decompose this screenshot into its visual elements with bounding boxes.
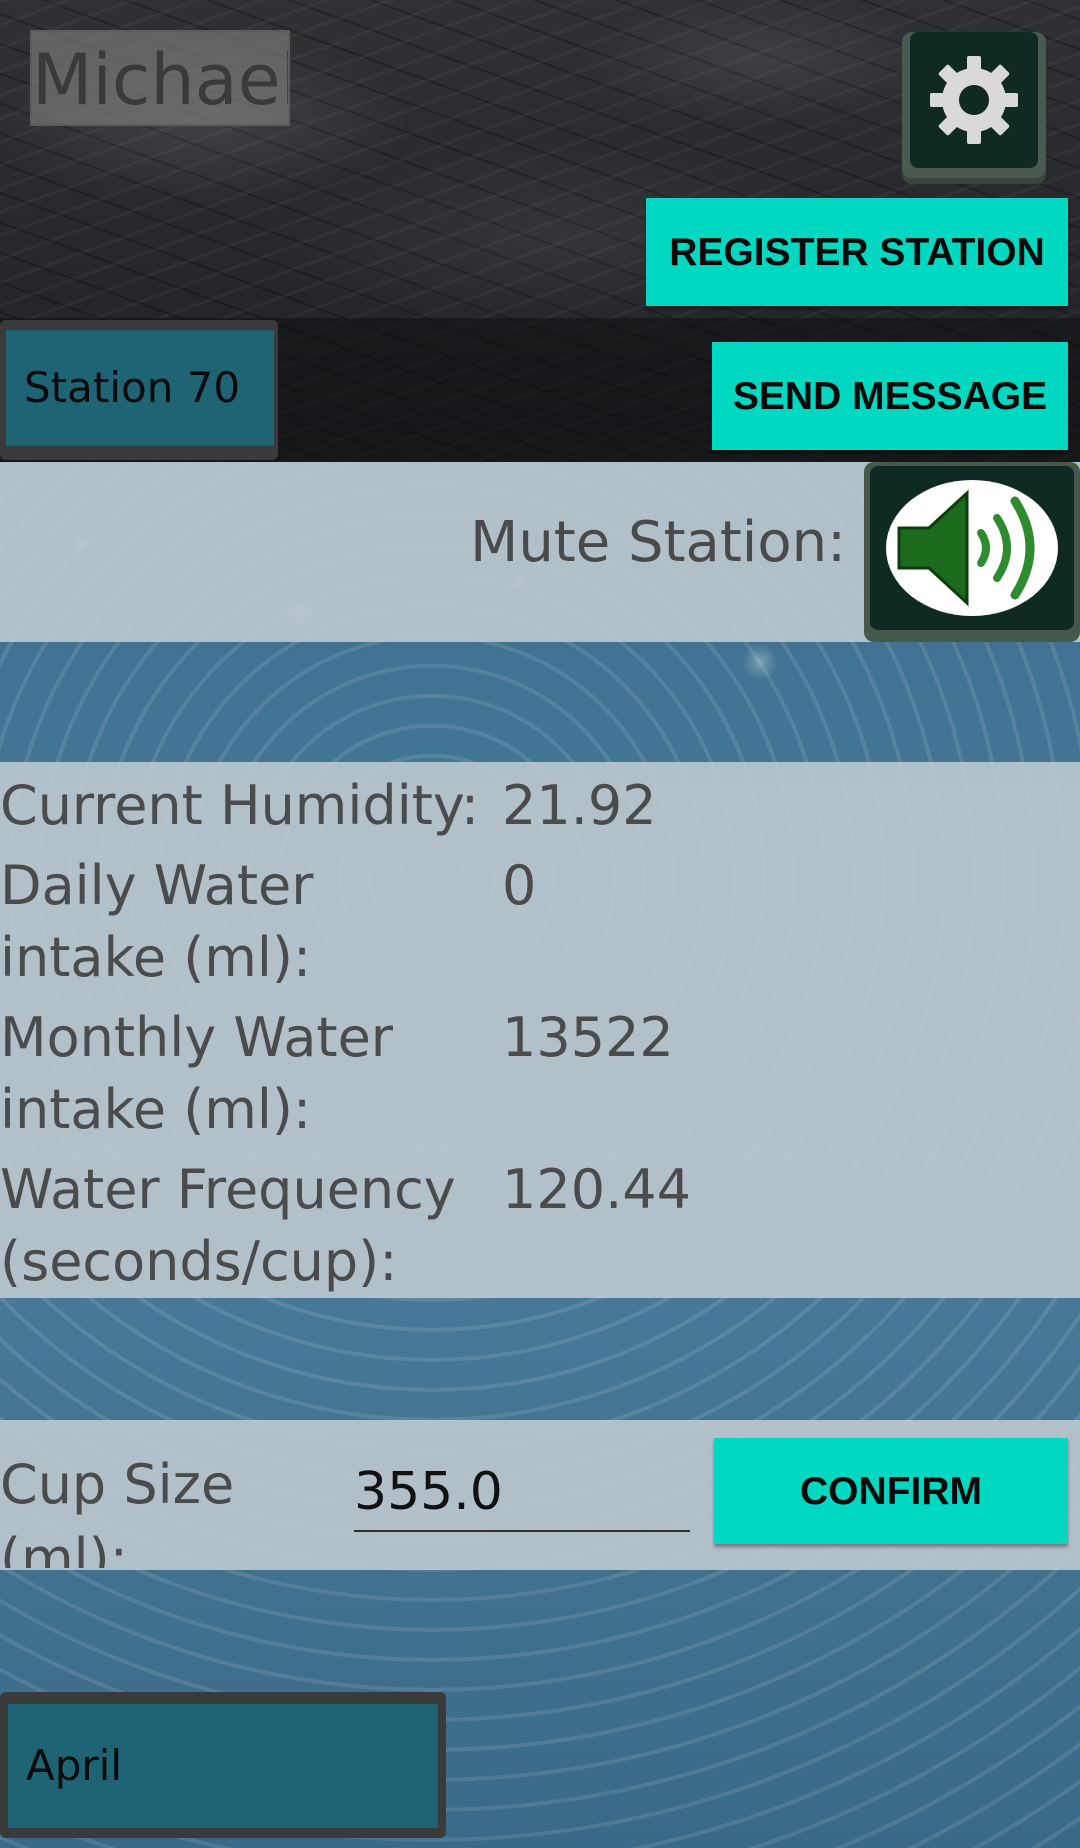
settings-button[interactable] xyxy=(902,32,1046,178)
water-frequency-label: Water Frequency (seconds/cup): xyxy=(0,1158,456,1293)
user-name-field[interactable]: Michael xyxy=(30,30,290,126)
confirm-button[interactable]: CONFIRM xyxy=(714,1438,1068,1544)
water-frequency-value: 120.44 xyxy=(502,1158,691,1221)
settings-button-face xyxy=(910,32,1038,168)
gear-icon xyxy=(930,56,1018,144)
humidity-value: 21.92 xyxy=(502,774,657,837)
station-dropdown[interactable]: Station 70 xyxy=(0,320,278,460)
mute-station-label: Mute Station: xyxy=(470,510,846,575)
send-message-button[interactable]: SEND MESSAGE xyxy=(712,342,1068,450)
daily-intake-label: Daily Water intake (ml): xyxy=(0,854,314,989)
register-station-button[interactable]: REGISTER STATION xyxy=(646,198,1068,306)
mute-button-face xyxy=(870,466,1074,630)
month-dropdown[interactable]: April xyxy=(0,1692,446,1838)
speaker-volume-icon xyxy=(886,480,1058,616)
month-dropdown-value: April xyxy=(8,1704,438,1828)
station-dropdown-value: Station 70 xyxy=(6,330,274,446)
daily-intake-value: 0 xyxy=(502,854,537,917)
monthly-intake-label: Monthly Water intake (ml): xyxy=(0,1006,394,1141)
mute-station-button[interactable] xyxy=(864,462,1080,642)
humidity-label: Current Humidity: xyxy=(0,774,480,837)
monthly-intake-value: 13522 xyxy=(502,1006,674,1069)
cup-size-label: Cup Size (ml): xyxy=(0,1453,235,1568)
cup-size-input[interactable] xyxy=(354,1454,690,1532)
